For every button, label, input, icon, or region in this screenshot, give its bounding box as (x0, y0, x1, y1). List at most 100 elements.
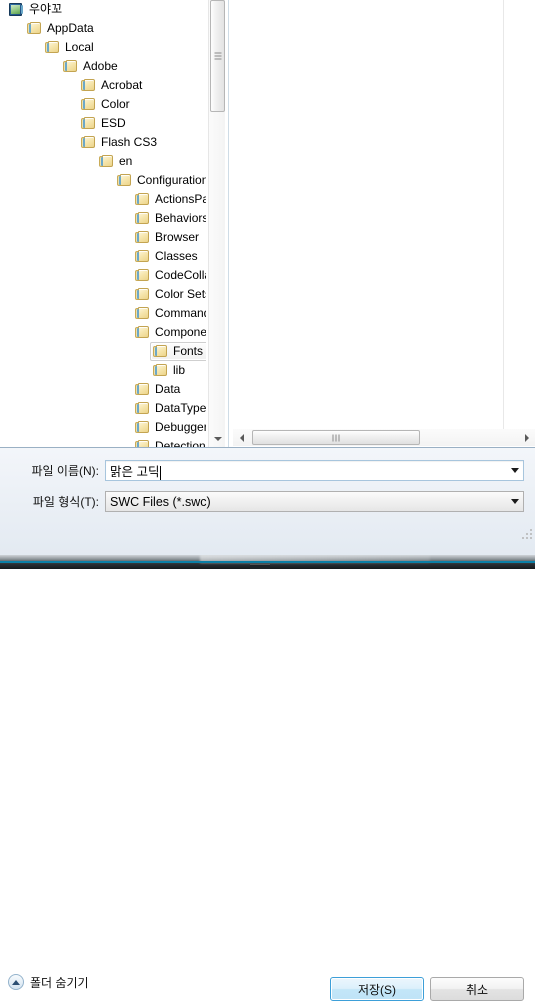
file-type-dropdown-button[interactable] (506, 492, 523, 511)
tree-item-label: ESD (101, 116, 126, 130)
scrollbar-grip-icon (332, 434, 340, 441)
tree-item-hitbox[interactable]: Data (132, 380, 185, 399)
folder-icon (81, 98, 96, 111)
file-name-dropdown-button[interactable] (506, 461, 523, 480)
file-type-row: 파일 형식(T): SWC Files (*.swc) (0, 491, 535, 512)
tree-item-adobe[interactable]: Adobe (0, 57, 206, 76)
folder-icon (135, 212, 150, 225)
folder-icon (153, 364, 168, 377)
folder-tree[interactable]: 우야꼬 AppData Local Adobe Acrobat Color ESD Flash… (0, 0, 206, 447)
triangle-right-icon (524, 433, 529, 442)
tree-item-fonts[interactable]: Fonts (0, 342, 206, 361)
scroll-right-button[interactable] (518, 429, 535, 446)
desktop-taskbar (0, 555, 535, 569)
tree-item-hitbox[interactable]: Local (42, 38, 99, 57)
tree-item-hitbox[interactable]: Adobe (60, 57, 123, 76)
tree-item-components[interactable]: Components (0, 323, 206, 342)
tree-item-classes[interactable]: Classes (0, 247, 206, 266)
tree-item-label: Adobe (83, 59, 118, 73)
scrollbar-thumb-horizontal[interactable] (252, 430, 420, 445)
file-type-combobox[interactable]: SWC Files (*.swc) (105, 491, 524, 512)
folder-icon (81, 79, 96, 92)
file-name-input[interactable]: 맑은 고딕 (106, 461, 506, 480)
tree-item-label: Color Sets (155, 287, 206, 301)
tree-item-label: Commands (155, 306, 206, 320)
browse-area: 우야꼬 AppData Local Adobe Acrobat Color ESD Flash… (0, 0, 535, 447)
tree-item-behaviors[interactable]: Behaviors (0, 209, 206, 228)
tree-item-hitbox[interactable]: ActionsPanel (132, 190, 206, 209)
tree-item-hitbox[interactable]: lib (150, 361, 190, 380)
tree-item-datatypes[interactable]: DataTypes (0, 399, 206, 418)
tree-item-hitbox[interactable]: ESD (78, 114, 131, 133)
tree-item-hitbox[interactable]: Detection (132, 437, 206, 447)
tree-item-hitbox[interactable]: Browser (132, 228, 204, 247)
tree-item-label: Data (155, 382, 181, 396)
tree-item-codecollapse[interactable]: CodeCollapse (0, 266, 206, 285)
tree-item-acrobat[interactable]: Acrobat (0, 76, 206, 95)
folder-icon (135, 288, 150, 301)
tree-item-appdata[interactable]: AppData (0, 19, 206, 38)
tree-item-[interactable]: 우야꼬 (0, 0, 206, 19)
tree-item-hitbox[interactable]: en (96, 152, 137, 171)
tree-item-hitbox[interactable]: Components (132, 323, 206, 342)
tree-item-hitbox[interactable]: 우야꼬 (6, 0, 67, 19)
tree-item-label: Fonts (173, 344, 204, 358)
file-list-pane[interactable] (233, 0, 535, 447)
tree-item-hitbox[interactable]: Behaviors (132, 209, 206, 228)
folder-icon (81, 117, 96, 130)
scroll-down-button[interactable] (209, 430, 226, 447)
tree-item-hitbox[interactable]: Color (78, 95, 135, 114)
tree-item-hitbox[interactable]: Acrobat (78, 76, 147, 95)
save-file-dialog: 우야꼬 AppData Local Adobe Acrobat Color ESD Flash… (0, 0, 535, 1001)
tree-item-label: Behaviors (155, 211, 206, 225)
tree-item-flash-cs3[interactable]: Flash CS3 (0, 133, 206, 152)
triangle-left-icon (239, 433, 244, 442)
tree-item-hitbox[interactable]: Classes (132, 247, 203, 266)
file-name-combobox[interactable]: 맑은 고딕 (105, 460, 524, 481)
scrollbar-thumb-vertical[interactable] (210, 0, 225, 112)
tree-vertical-scrollbar[interactable] (208, 0, 225, 447)
tree-item-hitbox[interactable]: Fonts (150, 342, 206, 361)
tree-item-hitbox[interactable]: Flash CS3 (78, 133, 162, 152)
tree-item-browser[interactable]: Browser (0, 228, 206, 247)
file-type-label: 파일 형식(T): (32, 495, 99, 509)
tree-item-hitbox[interactable]: Color Sets (132, 285, 206, 304)
list-horizontal-scrollbar[interactable] (233, 429, 535, 446)
taskbar-nub (250, 564, 270, 569)
tree-item-label: 우야꼬 (29, 2, 63, 16)
cancel-button[interactable]: 취소 (430, 977, 524, 1001)
resize-grip[interactable] (520, 527, 532, 539)
tree-item-lib[interactable]: lib (0, 361, 206, 380)
pane-splitter[interactable] (226, 0, 232, 447)
tree-item-hitbox[interactable]: Configuration (114, 171, 206, 190)
folder-icon (135, 250, 150, 263)
tree-item-label: Classes (155, 249, 198, 263)
tree-item-hitbox[interactable]: DataTypes (132, 399, 206, 418)
tree-item-data[interactable]: Data (0, 380, 206, 399)
folder-icon (81, 136, 96, 149)
tree-item-color-sets[interactable]: Color Sets (0, 285, 206, 304)
tree-item-configuration[interactable]: Configuration (0, 171, 206, 190)
tree-item-esd[interactable]: ESD (0, 114, 206, 133)
hide-folders-toggle[interactable]: 폴더 숨기기 (8, 972, 89, 992)
tree-item-detection[interactable]: Detection (0, 437, 206, 447)
tree-item-hitbox[interactable]: CodeCollapse (132, 266, 206, 285)
tree-item-label: AppData (47, 21, 94, 35)
splitter-line (228, 0, 229, 447)
tree-item-actionspanel[interactable]: ActionsPanel (0, 190, 206, 209)
tree-item-label: ActionsPanel (155, 192, 206, 206)
tree-item-commands[interactable]: Commands (0, 304, 206, 323)
tree-item-hitbox[interactable]: Commands (132, 304, 206, 323)
tree-item-color[interactable]: Color (0, 95, 206, 114)
tree-item-local[interactable]: Local (0, 38, 206, 57)
tree-item-label: Components (155, 325, 206, 339)
scroll-left-button[interactable] (233, 429, 250, 446)
save-button[interactable]: 저장(S) (330, 977, 424, 1001)
tree-item-debugger[interactable]: Debugger (0, 418, 206, 437)
tree-item-label: en (119, 154, 133, 168)
tree-item-en[interactable]: en (0, 152, 206, 171)
folder-icon (135, 231, 150, 244)
chevron-down-icon (510, 468, 519, 473)
tree-item-hitbox[interactable]: Debugger (132, 418, 206, 437)
tree-item-hitbox[interactable]: AppData (24, 19, 99, 38)
